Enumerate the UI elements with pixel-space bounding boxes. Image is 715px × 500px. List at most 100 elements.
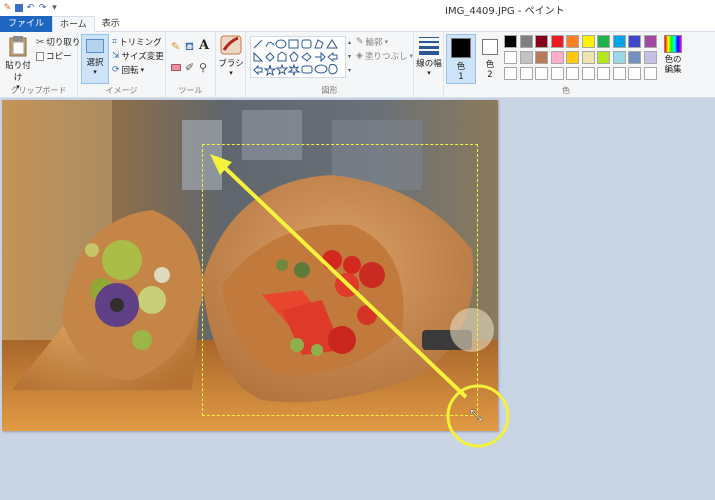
redo-icon[interactable]: ↷ [38, 3, 47, 13]
select-button[interactable]: 選択 ▾ [81, 34, 109, 84]
clipboard-icon [9, 36, 27, 57]
image-group-label: イメージ [105, 86, 138, 95]
palette-swatch[interactable] [581, 35, 595, 48]
annotation-overlay [210, 154, 510, 448]
resize-diagonal-cursor-icon: ⤡ [470, 406, 483, 424]
color1-label: 色 [456, 62, 466, 72]
crop-icon: ⌗ [112, 37, 118, 47]
palette-swatch[interactable] [519, 35, 533, 48]
palette-swatch[interactable] [643, 35, 657, 48]
fill-dropdown-icon[interactable]: ▾ [410, 52, 414, 60]
palette-swatch[interactable] [504, 67, 517, 80]
brushes-button[interactable]: ブラシ ▾ [218, 35, 244, 85]
crop-button[interactable]: ⌗ トリミング [112, 36, 162, 48]
palette-swatch[interactable] [612, 35, 626, 48]
palette-swatch[interactable] [550, 35, 564, 48]
line-width-icon [419, 37, 439, 55]
shapes-gallery-scroll[interactable]: ▴ ▾ ▾ [346, 36, 353, 78]
color1-swatch [451, 38, 471, 58]
copy-button[interactable]: コピー [36, 50, 72, 62]
cut-button[interactable]: ✂ 切り取り [36, 36, 81, 49]
color-picker-icon[interactable]: ✐ [185, 61, 194, 74]
palette-swatch[interactable] [535, 51, 548, 64]
tools-group: ✎ ⛾ A ✐ ⚲ ツール [166, 32, 216, 98]
palette-swatch[interactable] [628, 67, 641, 80]
paste-label: 貼り付け [5, 61, 31, 83]
save-icon[interactable] [15, 4, 23, 12]
fill-button[interactable]: ◈ 塗りつぶし ▾ [356, 50, 413, 62]
shapes-gallery[interactable] [250, 36, 346, 78]
palette-swatch[interactable] [519, 67, 533, 80]
copy-label: コピー [46, 52, 72, 62]
size-group: 線の幅 ▾ [414, 32, 444, 98]
palette-swatch[interactable] [597, 51, 610, 64]
resize-label: サイズ変更 [121, 52, 164, 62]
tools-group-label: ツール [178, 86, 203, 95]
palette-swatch[interactable] [504, 51, 517, 64]
undo-icon[interactable]: ↶ [26, 3, 35, 13]
paste-button[interactable]: 貼り付け ▾ [3, 35, 33, 91]
text-icon[interactable]: A [199, 38, 209, 53]
size-dropdown-icon[interactable]: ▾ [416, 69, 442, 77]
ribbon-tabs: ファイル ホーム 表示 [0, 16, 715, 32]
resize-button[interactable]: ⇲ サイズ変更 [112, 50, 164, 62]
rotate-label: 回転 [121, 66, 139, 76]
palette-swatch[interactable] [550, 67, 564, 80]
select-label: 選択 [86, 58, 104, 68]
brushes-dropdown-icon[interactable]: ▾ [218, 69, 244, 77]
cut-label: 切り取り [46, 38, 81, 48]
palette-swatch[interactable] [581, 67, 595, 80]
eraser-icon[interactable] [171, 64, 181, 71]
palette-swatch[interactable] [643, 67, 657, 80]
resize-icon: ⇲ [112, 51, 120, 61]
tab-view[interactable]: 表示 [95, 16, 127, 32]
tab-home[interactable]: ホーム [52, 16, 95, 32]
rotate-icon: ⟳ [112, 65, 120, 75]
outline-button[interactable]: ✎ 輪郭 ▾ [356, 36, 388, 48]
magnifier-icon[interactable]: ⚲ [199, 61, 207, 74]
palette-swatch[interactable] [628, 35, 641, 48]
selection-rectangle-icon [86, 39, 104, 53]
fill-icon: ◈ [356, 51, 363, 61]
color2-swatch [482, 39, 498, 55]
palette-swatch[interactable] [535, 35, 548, 48]
palette-swatch[interactable] [535, 67, 548, 80]
palette-swatch[interactable] [519, 51, 533, 64]
color1-button[interactable]: 色 1 [446, 34, 476, 84]
edit-colors-label: 色の編集 [664, 55, 682, 75]
palette-swatch[interactable] [597, 67, 610, 80]
palette-swatch[interactable] [504, 35, 517, 48]
scissors-icon: ✂ [36, 36, 45, 48]
palette-swatch[interactable] [566, 51, 579, 64]
workspace: ⤡ [0, 99, 715, 500]
palette-swatch[interactable] [566, 35, 579, 48]
color2-button[interactable]: 色 2 [478, 34, 502, 84]
palette-swatch[interactable] [612, 67, 626, 80]
pencil-icon[interactable]: ✎ [171, 40, 180, 53]
palette-swatch[interactable] [581, 51, 595, 64]
colors-group: 色 1 色 2 色の編集 色 [444, 32, 688, 98]
palette-swatch[interactable] [628, 51, 641, 64]
quick-access-toolbar: ✎ ↶ ↷ ▾ [0, 3, 59, 13]
select-dropdown-icon[interactable]: ▾ [82, 68, 108, 76]
rotate-dropdown-icon[interactable]: ▾ [141, 66, 145, 74]
rotate-button[interactable]: ⟳ 回転 ▾ [112, 64, 144, 76]
edit-colors-button[interactable]: 色の編集 [659, 35, 687, 85]
color2-label: 色 [485, 60, 495, 70]
outline-dropdown-icon[interactable]: ▾ [385, 38, 389, 46]
palette-swatch[interactable] [612, 51, 626, 64]
brushes-label: ブラシ [218, 59, 244, 69]
palette-swatch[interactable] [550, 51, 564, 64]
palette-swatch[interactable] [566, 67, 579, 80]
tab-file[interactable]: ファイル [0, 16, 53, 32]
shape-icons [253, 39, 338, 77]
color1-number: 1 [458, 72, 464, 82]
shapes-group: ▴ ▾ ▾ ✎ 輪郭 ▾ ◈ 塗りつぶし ▾ 図形 [246, 32, 414, 98]
customize-qat-icon[interactable]: ▾ [50, 3, 59, 13]
fill-bucket-icon[interactable]: ⛾ [185, 40, 194, 55]
palette-swatch[interactable] [597, 35, 610, 48]
brush-icon [220, 35, 242, 55]
size-button[interactable]: 線の幅 ▾ [416, 35, 442, 85]
palette-swatch[interactable] [643, 51, 657, 64]
image-group: 選択 ▾ ⌗ トリミング ⇲ サイズ変更 ⟳ 回転 ▾ イメージ [78, 32, 166, 98]
